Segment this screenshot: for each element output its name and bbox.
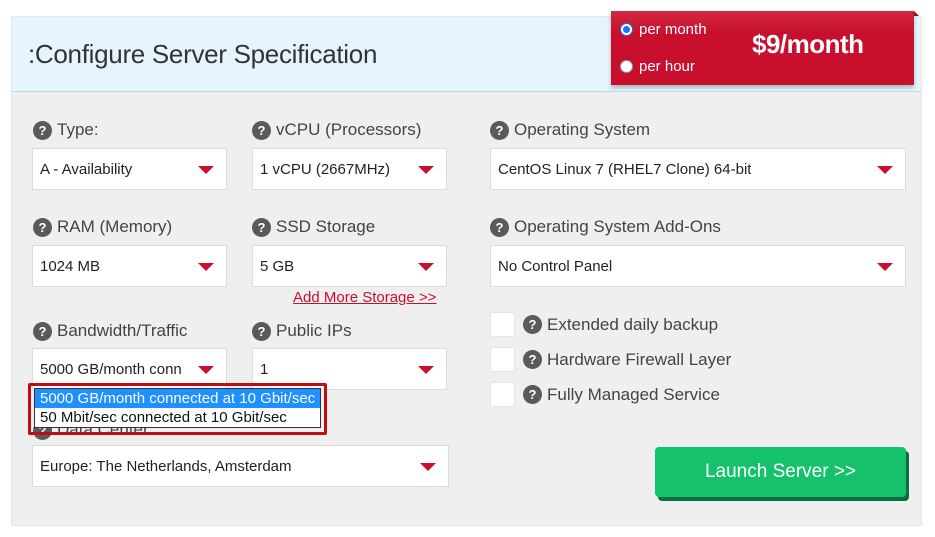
- help-icon[interactable]: ?: [523, 315, 542, 334]
- per-hour-label: per hour: [639, 58, 695, 75]
- ram-label: ? RAM (Memory): [33, 217, 172, 237]
- public-ips-label-text: Public IPs: [276, 321, 352, 340]
- ram-select-value: 1024 MB: [40, 257, 101, 275]
- bandwidth-dropdown-list[interactable]: 5000 GB/month connected at 10 Gbit/sec 5…: [34, 388, 321, 428]
- help-icon[interactable]: ?: [33, 217, 52, 237]
- addon-fully-managed[interactable]: ? Fully Managed Service: [490, 382, 720, 407]
- launch-server-button[interactable]: Launch Server >>: [655, 447, 906, 497]
- help-icon[interactable]: ?: [252, 321, 271, 341]
- help-icon[interactable]: ?: [252, 217, 271, 237]
- help-icon[interactable]: ?: [252, 120, 271, 140]
- radio-unchecked-icon[interactable]: [620, 60, 633, 73]
- vcpu-select-value: 1 vCPU (2667MHz): [260, 160, 391, 178]
- public-ips-select-value: 1: [260, 360, 269, 378]
- addon-label: Fully Managed Service: [547, 384, 720, 404]
- bandwidth-label-text: Bandwidth/Traffic: [57, 321, 188, 340]
- addon-extended-backup[interactable]: ? Extended daily backup: [490, 312, 718, 337]
- vcpu-select[interactable]: 1 vCPU (2667MHz): [252, 148, 447, 190]
- help-icon[interactable]: ?: [33, 120, 52, 140]
- checkbox[interactable]: [490, 347, 515, 372]
- per-month-radio[interactable]: per month: [620, 21, 707, 38]
- help-icon[interactable]: ?: [33, 321, 52, 341]
- help-icon[interactable]: ?: [523, 350, 542, 369]
- addon-hardware-firewall[interactable]: ? Hardware Firewall Layer: [490, 347, 731, 372]
- os-addons-select[interactable]: No Control Panel: [490, 245, 906, 287]
- addon-label: Hardware Firewall Layer: [547, 349, 732, 369]
- caret-down-icon: [418, 166, 434, 174]
- caret-down-icon: [877, 263, 893, 271]
- page-title: :Configure Server Specification: [28, 39, 378, 69]
- os-select-value: CentOS Linux 7 (RHEL7 Clone) 64-bit: [498, 160, 752, 178]
- caret-down-icon: [198, 166, 214, 174]
- help-icon[interactable]: ?: [523, 385, 542, 404]
- os-select[interactable]: CentOS Linux 7 (RHEL7 Clone) 64-bit: [490, 148, 906, 190]
- bandwidth-option[interactable]: 50 Mbit/sec connected at 10 Gbit/sec: [35, 408, 320, 427]
- per-month-label: per month: [639, 21, 707, 38]
- checkbox[interactable]: [490, 382, 515, 407]
- vcpu-label-text: vCPU (Processors): [276, 120, 422, 139]
- ram-select[interactable]: 1024 MB: [32, 245, 227, 287]
- type-label-text: Type:: [57, 120, 99, 139]
- help-icon[interactable]: ?: [490, 217, 509, 237]
- caret-down-icon: [198, 366, 214, 374]
- ribbon-fold: [914, 11, 919, 16]
- caret-down-icon: [420, 463, 436, 471]
- ssd-label: ? SSD Storage: [252, 217, 375, 237]
- bandwidth-select-value: 5000 GB/month conn: [40, 360, 182, 378]
- bandwidth-option[interactable]: 5000 GB/month connected at 10 Gbit/sec: [35, 389, 320, 408]
- os-label-text: Operating System: [514, 120, 651, 139]
- os-addons-label: ? Operating System Add-Ons: [490, 217, 721, 237]
- type-select-value: A - Availability: [40, 160, 133, 178]
- public-ips-label: ? Public IPs: [252, 321, 352, 341]
- per-hour-radio[interactable]: per hour: [620, 58, 695, 75]
- price-value: $9/month: [752, 29, 864, 59]
- os-addons-select-value: No Control Panel: [498, 257, 613, 275]
- data-center-select-value: Europe: The Netherlands, Amsterdam: [40, 457, 292, 475]
- addon-label: Extended daily backup: [547, 314, 719, 334]
- ssd-select-value: 5 GB: [260, 257, 295, 275]
- checkbox[interactable]: [490, 312, 515, 337]
- help-icon[interactable]: ?: [490, 120, 509, 140]
- vcpu-label: ? vCPU (Processors): [252, 120, 421, 140]
- ssd-select[interactable]: 5 GB: [252, 245, 447, 287]
- add-more-storage-link[interactable]: Add More Storage >>: [293, 289, 436, 306]
- os-label: ? Operating System: [490, 120, 650, 140]
- caret-down-icon: [418, 263, 434, 271]
- caret-down-icon: [418, 366, 434, 374]
- ram-label-text: RAM (Memory): [57, 217, 173, 236]
- os-addons-label-text: Operating System Add-Ons: [514, 217, 721, 236]
- caret-down-icon: [198, 263, 214, 271]
- type-select[interactable]: A - Availability: [32, 148, 227, 190]
- radio-checked-icon[interactable]: [620, 23, 633, 36]
- bandwidth-label: ? Bandwidth/Traffic: [33, 321, 187, 341]
- data-center-select[interactable]: Europe: The Netherlands, Amsterdam: [32, 445, 449, 487]
- type-label: ? Type:: [33, 120, 99, 140]
- price-box: per month per hour $9/month: [611, 11, 919, 85]
- ssd-label-text: SSD Storage: [276, 217, 376, 236]
- caret-down-icon: [877, 166, 893, 174]
